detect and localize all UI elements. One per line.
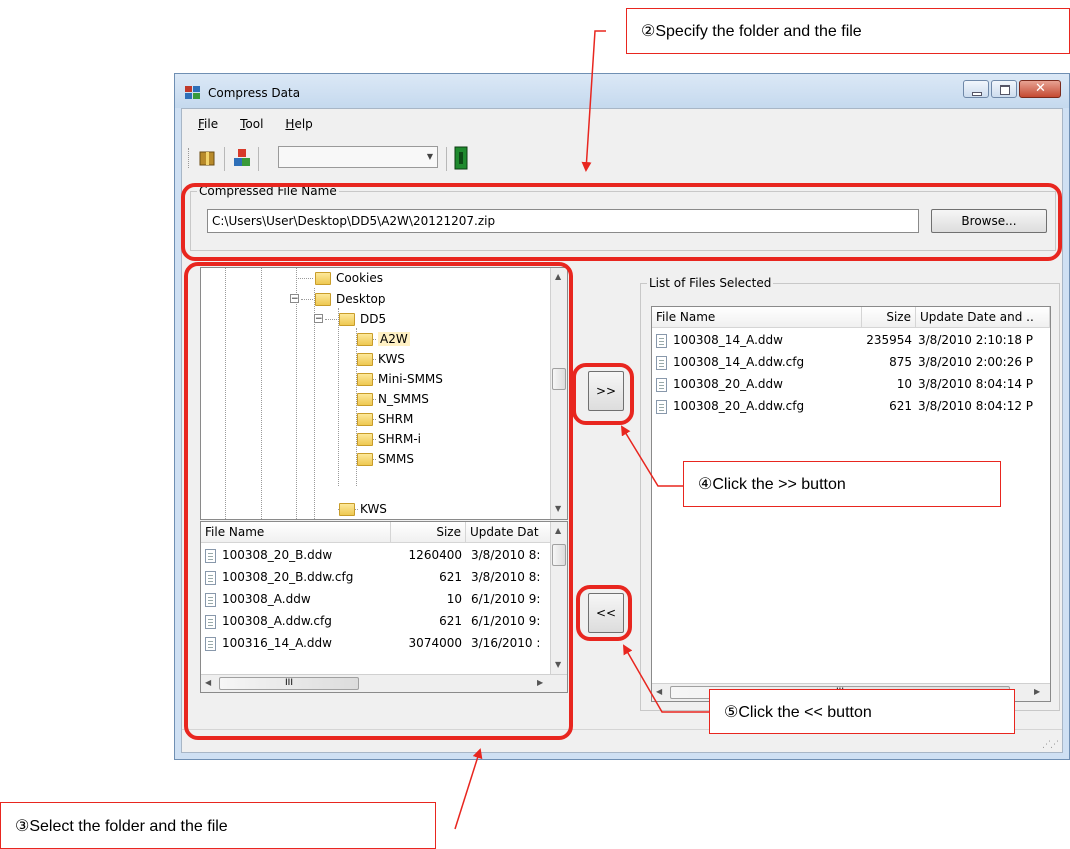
arrow-specify: [581, 30, 606, 172]
arrow-click-add: [620, 425, 683, 487]
arrow-click-remove: [623, 644, 709, 713]
annotation-arrows: [454, 30, 709, 830]
arrow-select: [454, 748, 483, 830]
